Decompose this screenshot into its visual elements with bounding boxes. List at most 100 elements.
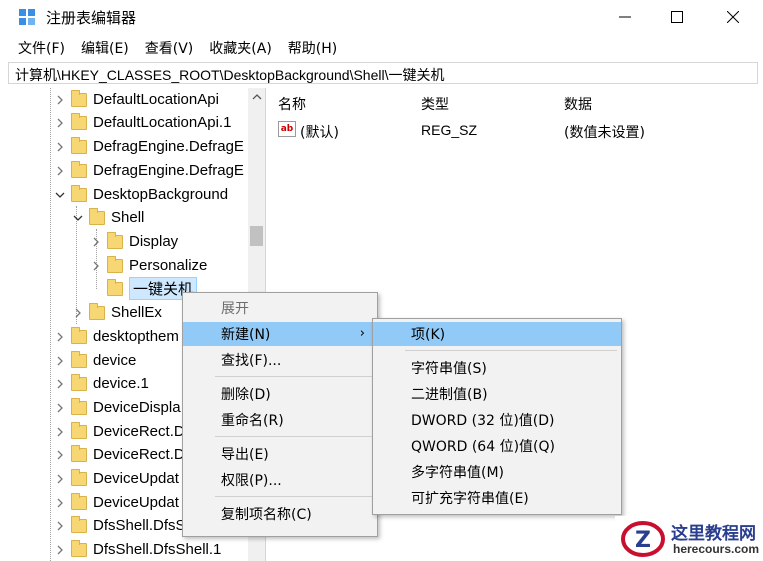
menu-view[interactable]: 查看(V)	[137, 34, 202, 60]
expand-chevron-icon[interactable]	[53, 93, 67, 107]
tree-node[interactable]: device	[53, 349, 136, 372]
collapse-chevron-icon[interactable]	[53, 188, 67, 202]
expand-chevron-icon[interactable]	[53, 496, 67, 510]
expand-chevron-icon[interactable]	[53, 330, 67, 344]
column-header-name[interactable]: 名称	[278, 94, 306, 114]
minimize-button[interactable]	[600, 0, 650, 34]
address-bar[interactable]: 计算机\HKEY_CLASSES_ROOT\DesktopBackground\…	[8, 62, 758, 84]
submenu-item-key[interactable]: 项(K)	[373, 322, 621, 346]
submenu-item-string-value[interactable]: 字符串值(S)	[373, 356, 621, 380]
folder-icon	[71, 160, 87, 178]
scroll-thumb[interactable]	[250, 226, 263, 246]
tree-node-label: DesktopBackground	[93, 186, 229, 203]
svg-text:Z: Z	[635, 528, 651, 553]
expand-chevron-icon[interactable]	[53, 354, 67, 368]
folder-icon	[71, 468, 87, 486]
folder-icon	[71, 492, 87, 510]
folder-icon	[71, 444, 87, 462]
expand-chevron-icon[interactable]	[89, 235, 103, 249]
title-bar: 注册表编辑器	[0, 0, 763, 34]
menu-separator	[215, 496, 373, 497]
expand-chevron-icon[interactable]	[53, 472, 67, 486]
expand-chevron-icon[interactable]	[53, 116, 67, 130]
tree-node-label: Personalize	[129, 257, 208, 274]
site-watermark: Z 这里教程网 herecours.com	[615, 516, 763, 561]
submenu-arrow-icon: ›	[359, 326, 365, 341]
tree-node-label: DeviceUpdat	[93, 494, 179, 511]
expand-chevron-icon[interactable]	[53, 140, 67, 154]
tree-node[interactable]: DefragEngine.DefragE	[53, 159, 244, 182]
window-title: 注册表编辑器	[46, 9, 137, 27]
folder-icon	[71, 515, 87, 533]
column-header-data[interactable]: 数据	[564, 94, 592, 114]
menu-item-new[interactable]: 新建(N) ›	[183, 322, 377, 346]
submenu-item-binary-value[interactable]: 二进制值(B)	[373, 382, 621, 406]
tree-node[interactable]: DfsShell.DfsS	[53, 514, 186, 537]
expand-chevron-icon[interactable]	[53, 519, 67, 533]
tree-node-label: DfsShell.DfsS	[93, 517, 186, 534]
menu-item-rename[interactable]: 重命名(R)	[183, 408, 377, 432]
maximize-icon	[671, 11, 683, 23]
menu-item-export[interactable]: 导出(E)	[183, 442, 377, 466]
menu-help[interactable]: 帮助(H)	[280, 34, 345, 60]
folder-icon	[71, 350, 87, 368]
menu-favorites[interactable]: 收藏夹(A)	[201, 34, 280, 60]
tree-node[interactable]: DeviceRect.D	[53, 420, 185, 443]
tree-node[interactable]: DeviceUpdat	[53, 467, 179, 490]
tree-node-label: ShellEx	[111, 304, 162, 321]
tree-node[interactable]: Display	[89, 230, 178, 253]
expand-chevron-icon[interactable]	[71, 306, 85, 320]
menu-item-copy-key-name[interactable]: 复制项名称(C)	[183, 502, 377, 526]
submenu-item-dword-value[interactable]: DWORD (32 位)值(D)	[373, 408, 621, 432]
tree-node[interactable]: DfsShell.DfsShell.1	[53, 538, 221, 561]
menu-edit[interactable]: 编辑(E)	[73, 34, 137, 60]
expand-chevron-icon[interactable]	[53, 377, 67, 391]
tree-node[interactable]: DefragEngine.DefragE	[53, 135, 244, 158]
expand-chevron-icon[interactable]	[53, 401, 67, 415]
folder-icon	[71, 326, 87, 344]
tree-node-label: DeviceRect.D	[93, 446, 185, 463]
tree-node[interactable]: DeviceUpdat	[53, 491, 179, 514]
expand-chevron-icon[interactable]	[53, 448, 67, 462]
tree-node-label: DefaultLocationApi	[93, 91, 219, 108]
chevron-up-icon	[252, 93, 261, 99]
expand-chevron-icon[interactable]	[53, 543, 67, 557]
expand-chevron-icon[interactable]	[89, 259, 103, 273]
scroll-up-button[interactable]	[248, 88, 265, 105]
menu-item-expand[interactable]: 展开	[183, 296, 377, 320]
tree-node[interactable]: DefaultLocationApi.1	[53, 111, 231, 134]
folder-icon	[89, 207, 105, 225]
tree-node[interactable]: device.1	[53, 372, 149, 395]
expand-chevron-icon[interactable]	[53, 425, 67, 439]
menu-separator	[215, 376, 373, 377]
menu-item-find[interactable]: 查找(F)...	[183, 348, 377, 372]
submenu-item-multi-string-value[interactable]: 多字符串值(M)	[373, 460, 621, 484]
tree-node-label: DefaultLocationApi.1	[93, 114, 232, 131]
tree-node[interactable]: ShellEx	[71, 301, 162, 324]
folder-icon	[107, 231, 123, 249]
folder-icon	[107, 255, 123, 273]
tree-node[interactable]: DeviceRect.D	[53, 443, 185, 466]
context-menu: 展开 新建(N) › 查找(F)... 删除(D) 重命名(R) 导出(E) 权…	[182, 292, 378, 537]
tree-node[interactable]: DesktopBackground	[53, 183, 228, 206]
collapse-chevron-icon[interactable]	[71, 211, 85, 225]
tree-node[interactable]: Shell	[71, 206, 144, 229]
tree-node-label: desktopthem	[93, 328, 179, 345]
tree-node[interactable]: Personalize	[89, 254, 207, 277]
maximize-button[interactable]	[652, 0, 702, 34]
tree-node[interactable]: DeviceDispla	[53, 396, 181, 419]
menu-item-delete[interactable]: 删除(D)	[183, 382, 377, 406]
tree-node-selected[interactable]: 一键关机	[89, 277, 198, 300]
submenu-item-qword-value[interactable]: QWORD (64 位)值(Q)	[373, 434, 621, 458]
tree-node[interactable]: DefaultLocationApi	[53, 88, 219, 111]
close-button[interactable]	[708, 0, 758, 34]
tree-node-label: DfsShell.DfsShell.1	[93, 541, 222, 558]
menu-item-permissions[interactable]: 权限(P)...	[183, 468, 377, 492]
value-row[interactable]: ab (默认) REG_SZ (数值未设置)	[268, 120, 763, 142]
folder-icon	[71, 539, 87, 557]
tree-node[interactable]: desktopthem	[53, 325, 179, 348]
menu-file[interactable]: 文件(F)	[10, 34, 73, 60]
column-header-type[interactable]: 类型	[421, 94, 449, 114]
submenu-item-expandable-string-value[interactable]: 可扩充字符串值(E)	[373, 486, 621, 510]
expand-chevron-icon[interactable]	[53, 164, 67, 178]
